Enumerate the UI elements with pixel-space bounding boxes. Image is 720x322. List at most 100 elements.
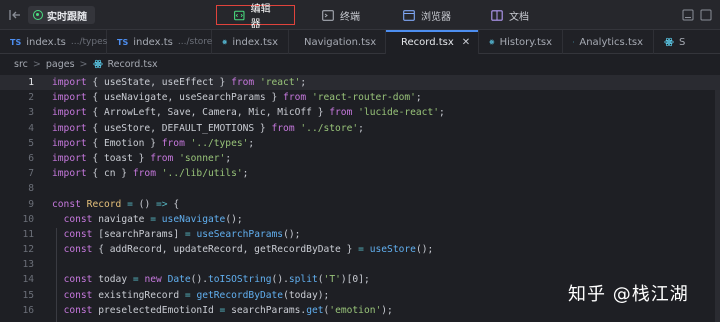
- code-line[interactable]: 12 const { addRecord, updateRecord, getR…: [0, 242, 720, 257]
- collapse-sidebar-icon[interactable]: [8, 8, 22, 22]
- file-tab-index-ts-types[interactable]: TS index.ts .../types: [0, 30, 107, 54]
- code-token: import: [52, 152, 87, 164]
- file-tab-label: History.tsx: [499, 36, 552, 48]
- code-line[interactable]: 10 const navigate = useNavigate();: [0, 212, 720, 227]
- code-token: );: [381, 304, 393, 316]
- code-token: from: [329, 107, 353, 119]
- mode-tab-editor[interactable]: 编辑器: [216, 4, 295, 30]
- code-line[interactable]: 5 import { Emotion } from '../types';: [0, 136, 720, 151]
- code-token: import: [52, 122, 87, 134]
- line-number: 13: [22, 259, 34, 271]
- breadcrumb-item-src[interactable]: src: [14, 59, 28, 70]
- code-token: 'lucide-react': [358, 107, 440, 119]
- mode-tab-terminal[interactable]: 终端: [322, 5, 360, 25]
- code-line[interactable]: 6 import { toast } from 'sonner';: [0, 151, 720, 166]
- file-tab-path: .../types: [70, 37, 108, 47]
- code-token: Date: [167, 274, 191, 286]
- react-icon: [489, 39, 495, 45]
- live-indicator-icon: [33, 10, 43, 20]
- code-text: const existingRecord = getRecordByDate(t…: [52, 288, 330, 303]
- line-number: 11: [22, 228, 34, 240]
- code-line[interactable]: 13: [0, 257, 720, 272]
- breadcrumb-item-pages[interactable]: pages: [46, 59, 75, 70]
- code-token: ;: [242, 168, 249, 180]
- code-token: from: [283, 92, 307, 104]
- code-token: 'react-router-dom': [311, 92, 416, 104]
- code-text: const navigate = useNavigate();: [52, 212, 243, 227]
- react-icon: [573, 41, 575, 43]
- code-token: from: [161, 137, 185, 149]
- code-token: const: [63, 289, 93, 301]
- line-number: 10: [22, 213, 34, 225]
- code-token: useSearchParams: [196, 228, 284, 240]
- react-icon: [664, 37, 674, 47]
- code-token: (): [132, 198, 156, 210]
- line-number: 4: [28, 122, 34, 134]
- code-token: useStore: [369, 244, 416, 256]
- file-tab-record[interactable]: Record.tsx ✕: [386, 30, 479, 54]
- code-line[interactable]: 11 const [searchParams] = useSearchParam…: [0, 227, 720, 242]
- book-icon: [491, 9, 503, 21]
- code-token: existingRecord: [92, 289, 185, 301]
- code-token: { addRecord, updateRecord, getRecordByDa…: [92, 244, 359, 256]
- line-number: 5: [28, 137, 34, 149]
- code-text: import { useStore, DEFAULT_EMOTIONS } fr…: [52, 121, 364, 136]
- code-token: ;: [248, 137, 255, 149]
- breadcrumb-separator: >: [32, 58, 41, 70]
- mode-tab-browser-label: 浏览器: [421, 11, 451, 23]
- code-token: const: [63, 304, 93, 316]
- file-tab-overflow[interactable]: S: [654, 30, 720, 54]
- file-tab-navigation[interactable]: Navigation.tsx: [289, 30, 386, 54]
- code-token: =>: [156, 198, 168, 210]
- code-token: ().: [190, 274, 208, 286]
- minimize-icon[interactable]: [682, 9, 694, 21]
- live-follow-button[interactable]: 实时跟随: [28, 6, 95, 24]
- code-text: import { cn } from '../lib/utils';: [52, 166, 248, 181]
- code-token: { useNavigate, useSearchParams }: [86, 92, 284, 104]
- code-line[interactable]: 9 const Record = () => {: [0, 197, 720, 212]
- mode-tab-editor-label: 编辑器: [250, 4, 271, 30]
- file-tab-history[interactable]: History.tsx: [479, 30, 563, 54]
- code-token: { cn }: [86, 168, 133, 180]
- line-number: 8: [28, 183, 34, 195]
- mode-tab-docs[interactable]: 文档: [491, 5, 529, 25]
- line-number: 16: [22, 304, 34, 316]
- file-tab-analytics[interactable]: Analytics.tsx: [563, 30, 654, 54]
- code-token: { ArrowLeft, Save, Camera, Mic, MicOff }: [86, 107, 330, 119]
- watermark: 知乎 @栈江湖: [568, 284, 689, 305]
- code-line[interactable]: 2 import { useNavigate, useSearchParams }…: [0, 90, 720, 105]
- close-icon[interactable]: ✕: [462, 37, 470, 48]
- file-tab-path: .../store: [177, 37, 213, 47]
- terminal-icon: [322, 9, 334, 21]
- code-text: const { addRecord, updateRecord, getReco…: [52, 242, 434, 257]
- browser-icon: [403, 9, 415, 21]
- code-line[interactable]: 3 import { ArrowLeft, Save, Camera, Mic, …: [0, 105, 720, 120]
- code-token: toISOString: [208, 274, 272, 286]
- code-text: const Record = () => {: [52, 197, 179, 212]
- file-tab-index-tsx[interactable]: index.tsx: [212, 30, 289, 54]
- vertical-scrollbar[interactable]: [715, 75, 720, 322]
- code-line[interactable]: 1 import { useState, useEffect } from 're…: [0, 75, 720, 91]
- code-token: import: [52, 137, 87, 149]
- code-token: preselectedEmotionId: [92, 304, 220, 316]
- code-token: )[0];: [340, 274, 370, 286]
- code-line[interactable]: 8: [0, 181, 720, 196]
- code-token: import: [52, 77, 87, 88]
- file-tab-label: index.ts: [133, 36, 173, 48]
- code-token: navigate: [92, 213, 151, 225]
- maximize-icon[interactable]: [700, 9, 712, 21]
- line-number: 9: [28, 198, 34, 210]
- file-tab-index-ts-store[interactable]: TS index.ts .../store: [107, 30, 212, 54]
- code-line[interactable]: 7 import { cn } from '../lib/utils';: [0, 166, 720, 181]
- code-line[interactable]: 4 import { useStore, DEFAULT_EMOTIONS } f…: [0, 121, 720, 136]
- file-tab-label: S: [679, 36, 686, 48]
- mode-tab-browser[interactable]: 浏览器: [403, 5, 451, 25]
- code-token: 'T': [323, 274, 341, 286]
- code-token: {: [167, 198, 180, 210]
- breadcrumb-item-file[interactable]: Record.tsx: [108, 59, 158, 70]
